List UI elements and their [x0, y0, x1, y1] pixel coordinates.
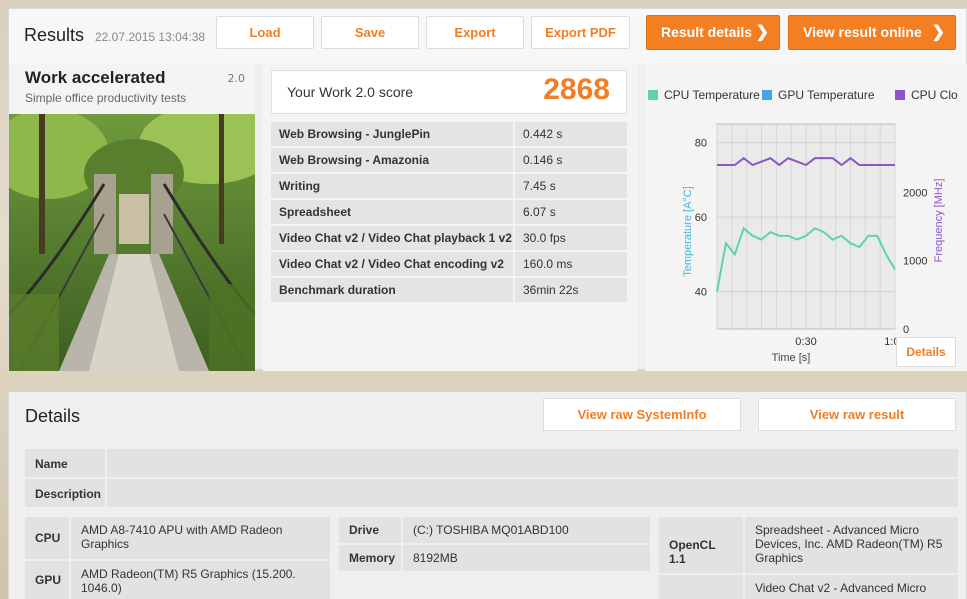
description-field[interactable]: [107, 479, 958, 507]
view-raw-result-button[interactable]: View raw result: [758, 398, 956, 431]
result-name: Video Chat v2 / Video Chat playback 1 v2: [271, 226, 513, 250]
result-value: 6.07 s: [515, 200, 627, 224]
result-value: 30.0 fps: [515, 226, 627, 250]
details-panel: Details View raw SystemInfo View raw res…: [8, 391, 967, 599]
result-value: 0.442 s: [515, 122, 627, 146]
chart-details-button[interactable]: Details: [896, 337, 956, 367]
x-tick-label: 0:30: [795, 336, 816, 348]
y-left-tick-label: 60: [695, 212, 707, 224]
monitoring-chart: 8060402000100000:30 1:00Time [s]Temperatu…: [682, 123, 945, 364]
legend-swatch: [895, 90, 905, 100]
legend-cpu-clock[interactable]: CPU Clo: [895, 88, 958, 102]
legend-swatch: [648, 90, 658, 100]
result-value: 160.0 ms: [515, 252, 627, 276]
y-left-tick-label: 40: [695, 287, 707, 299]
cpu-label: CPU: [25, 517, 69, 559]
result-name: Spreadsheet: [271, 200, 513, 224]
result-value: 7.45 s: [515, 174, 627, 198]
chevron-right-icon: ❯: [931, 24, 945, 41]
result-name: Benchmark duration: [271, 278, 513, 302]
legend-gpu-temp[interactable]: GPU Temperature: [762, 88, 875, 102]
test-version: 2.0: [227, 72, 246, 85]
y-right-tick-label: 0: [903, 324, 909, 336]
result-row: Benchmark duration 36min 22s: [271, 278, 627, 302]
y-right-tick-label: 1000: [903, 256, 927, 268]
name-field[interactable]: [107, 449, 958, 477]
legend-label: CPU Temperature: [664, 88, 760, 102]
chevron-right-icon: ❯: [755, 24, 769, 41]
score-box: Your Work 2.0 score 2868: [271, 70, 627, 114]
result-details-button[interactable]: Result details ❯: [646, 15, 780, 50]
results-title: Results: [24, 25, 85, 45]
opencl-label: OpenCL 1.1: [659, 517, 743, 573]
drive-label: Drive: [339, 517, 401, 543]
opencl-value: Spreadsheet - Advanced Micro Devices, In…: [745, 517, 958, 573]
result-name: Web Browsing - JunglePin: [271, 122, 513, 146]
result-details-label: Result details: [661, 24, 753, 40]
gpu-label: GPU: [25, 561, 69, 599]
legend-label: CPU Clo: [911, 88, 958, 102]
x-axis-label: Time [s]: [772, 352, 811, 364]
opencl-label-2: [659, 575, 743, 599]
score-value: 2868: [543, 73, 610, 106]
view-online-label: View result online: [803, 24, 922, 40]
result-row: Writing 7.45 s: [271, 174, 627, 198]
results-toolbar: Results 22.07.2015 13:04:38 Load Save Ex…: [9, 9, 966, 64]
memory-label: Memory: [339, 545, 401, 571]
save-button[interactable]: Save: [321, 16, 419, 49]
result-row: Spreadsheet 6.07 s: [271, 200, 627, 224]
legend-swatch: [762, 90, 772, 100]
result-row: Web Browsing - Amazonia 0.146 s: [271, 148, 627, 172]
result-name: Video Chat v2 / Video Chat encoding v2: [271, 252, 513, 276]
load-button[interactable]: Load: [216, 16, 314, 49]
export-pdf-button[interactable]: Export PDF: [531, 16, 630, 49]
y-left-axis-label: Temperature [A°C]: [682, 186, 694, 277]
name-label: Name: [25, 449, 105, 477]
memory-value: 8192MB: [403, 545, 650, 571]
cpu-value: AMD A8-7410 APU with AMD Radeon Graphics: [71, 517, 330, 559]
result-value: 0.146 s: [515, 148, 627, 172]
test-description: Simple office productivity tests: [25, 91, 187, 105]
legend-cpu-temp[interactable]: CPU Temperature: [648, 88, 760, 102]
y-right-tick-label: 2000: [903, 187, 927, 199]
view-online-button[interactable]: View result online ❯: [788, 15, 956, 50]
results-panel: Results 22.07.2015 13:04:38 Load Save Ex…: [8, 8, 967, 371]
monitoring-chart-area: CPU Temperature GPU Temperature CPU Clo …: [645, 64, 967, 371]
result-name: Web Browsing - Amazonia: [271, 148, 513, 172]
result-name: Writing: [271, 174, 513, 198]
export-button[interactable]: Export: [426, 16, 524, 49]
test-name: Work accelerated: [25, 68, 166, 87]
result-row: Web Browsing - JunglePin 0.442 s: [271, 122, 627, 146]
result-row: Video Chat v2 / Video Chat playback 1 v2…: [271, 226, 627, 250]
opencl-value-2: Video Chat v2 - Advanced Micro: [745, 575, 958, 599]
score-area: Your Work 2.0 score 2868 Web Browsing - …: [263, 64, 637, 371]
details-title: Details: [25, 406, 81, 426]
result-row: Video Chat v2 / Video Chat encoding v2 1…: [271, 252, 627, 276]
view-raw-systeminfo-button[interactable]: View raw SystemInfo: [543, 398, 741, 431]
legend-label: GPU Temperature: [778, 88, 875, 102]
test-illustration-image: [9, 114, 255, 371]
gpu-value: AMD Radeon(TM) R5 Graphics (15.200. 1046…: [71, 561, 330, 599]
drive-value: (C:) TOSHIBA MQ01ABD100: [403, 517, 650, 543]
description-label: Description: [25, 479, 105, 507]
result-value: 36min 22s: [515, 278, 627, 302]
y-right-axis-label: Frequency [MHz]: [933, 179, 945, 263]
y-left-tick-label: 80: [695, 138, 707, 150]
test-card: Work accelerated 2.0 Simple office produ…: [9, 64, 255, 371]
score-label: Your Work 2.0 score: [287, 84, 414, 100]
results-date: 22.07.2015 13:04:38: [95, 30, 206, 44]
